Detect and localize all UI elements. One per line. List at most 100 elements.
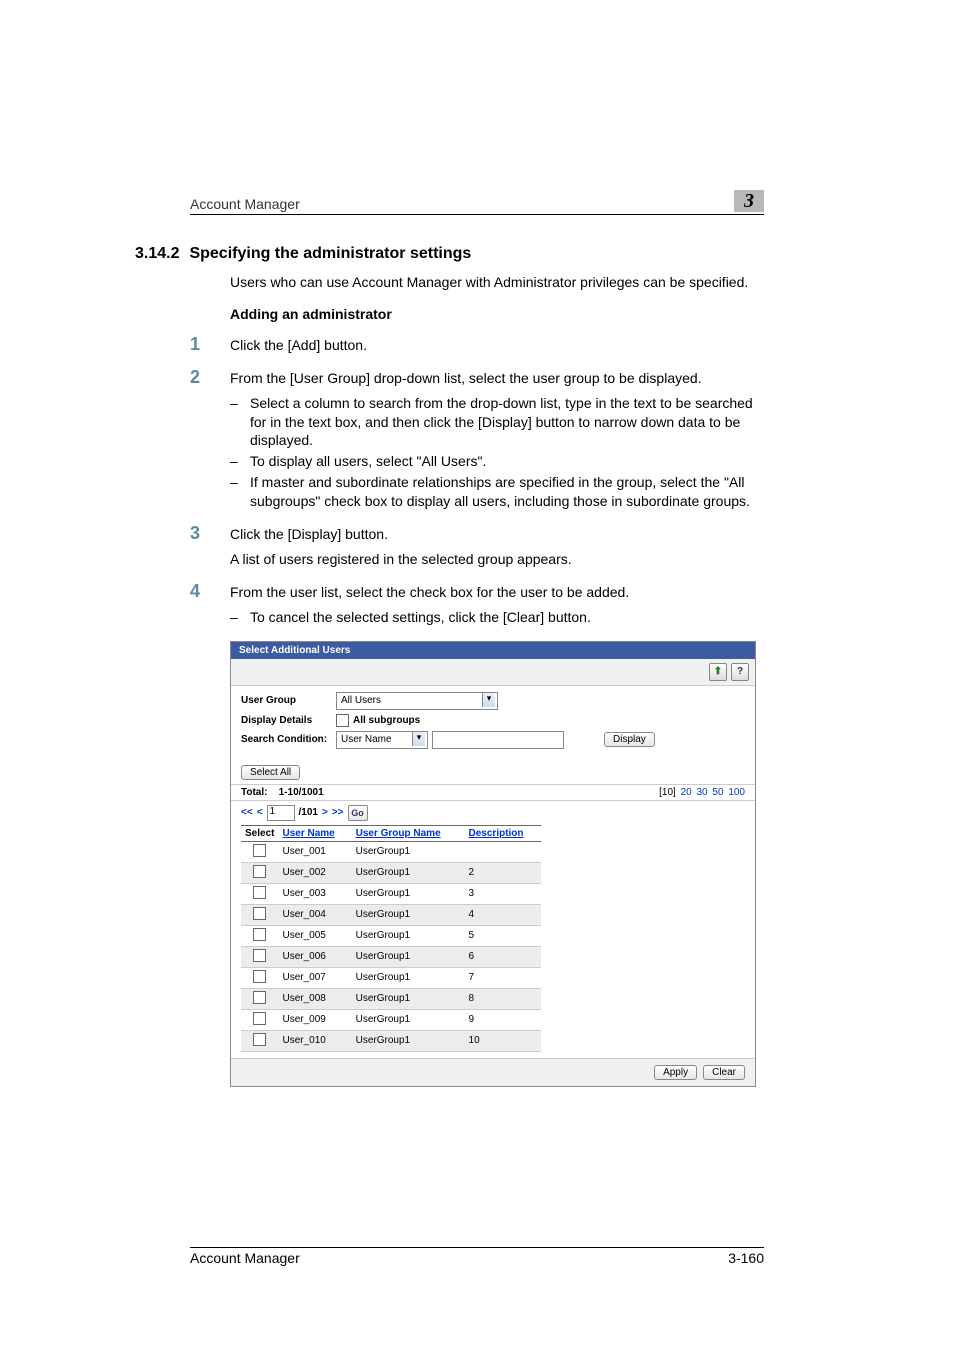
search-condition-label: Search Condition: [241, 734, 336, 745]
all-subgroups-checkbox[interactable] [336, 714, 349, 727]
table-row: User_005UserGroup15 [241, 925, 541, 946]
step-4: From the user list, select the check box… [190, 583, 764, 627]
row-checkbox[interactable] [253, 844, 266, 857]
panel-title: Select Additional Users [231, 642, 755, 659]
col-user-group-name[interactable]: User Group Name [352, 825, 465, 841]
select-all-button[interactable]: Select All [241, 765, 300, 780]
step-2-text: From the [User Group] drop-down list, se… [230, 370, 702, 386]
row-checkbox[interactable] [253, 1012, 266, 1025]
table-row: User_001UserGroup1 [241, 841, 541, 862]
pager-last[interactable]: >> [332, 807, 344, 818]
cell-user-group: UserGroup1 [352, 883, 465, 904]
row-checkbox[interactable] [253, 949, 266, 962]
cell-user-group: UserGroup1 [352, 946, 465, 967]
cell-user-name: User_009 [278, 1009, 351, 1030]
section-number: 3.14.2 [135, 245, 185, 263]
cell-user-group: UserGroup1 [352, 904, 465, 925]
pager-go-button[interactable]: Go [348, 805, 368, 821]
cell-user-name: User_004 [278, 904, 351, 925]
cell-description: 2 [465, 862, 541, 883]
search-field-select[interactable]: User Name [336, 731, 428, 749]
up-icon[interactable]: ⬆ [709, 663, 727, 681]
step-2-sub-2: To display all users, select "All Users"… [230, 452, 764, 471]
display-details-label: Display Details [241, 715, 336, 726]
table-row: User_006UserGroup16 [241, 946, 541, 967]
col-user-name[interactable]: User Name [278, 825, 351, 841]
step-3: Click the [Display] button. A list of us… [190, 525, 764, 569]
cell-description: 6 [465, 946, 541, 967]
apply-button[interactable]: Apply [654, 1065, 697, 1080]
cell-user-name: User_010 [278, 1030, 351, 1051]
total-value: 1-10/1001 [279, 787, 324, 798]
row-checkbox[interactable] [253, 886, 266, 899]
user-group-value: All Users [341, 695, 381, 706]
pager: << < 1 /101 > >> Go [231, 801, 755, 825]
cell-user-group: UserGroup1 [352, 862, 465, 883]
total-area: Total: 1-10/1001 [241, 787, 324, 798]
cell-user-name: User_002 [278, 862, 351, 883]
step-4-sub-1: To cancel the selected settings, click t… [230, 608, 764, 627]
pager-current-input[interactable]: 1 [267, 805, 295, 821]
page-footer: Account Manager 3-160 [190, 1247, 764, 1266]
cell-user-group: UserGroup1 [352, 988, 465, 1009]
step-1-text: Click the [Add] button. [230, 337, 367, 353]
page-size-10: [10] [659, 787, 676, 798]
step-2-sub-3: If master and subordinate relationships … [230, 473, 764, 511]
row-checkbox[interactable] [253, 1033, 266, 1046]
panel-footer: Apply Clear [231, 1058, 755, 1086]
user-group-label: User Group [241, 695, 336, 706]
section-heading: 3.14.2 Specifying the administrator sett… [135, 245, 764, 263]
row-checkbox[interactable] [253, 865, 266, 878]
section-intro: Users who can use Account Manager with A… [230, 273, 764, 292]
cell-user-name: User_003 [278, 883, 351, 904]
row-checkbox[interactable] [253, 970, 266, 983]
table-row: User_002UserGroup12 [241, 862, 541, 883]
cell-user-group: UserGroup1 [352, 925, 465, 946]
page-size-100[interactable]: 100 [728, 787, 745, 798]
col-description[interactable]: Description [465, 825, 541, 841]
col-select: Select [241, 825, 278, 841]
step-4-text: From the user list, select the check box… [230, 584, 629, 600]
search-field-value: User Name [341, 734, 392, 745]
row-checkbox[interactable] [253, 928, 266, 941]
cell-user-group: UserGroup1 [352, 967, 465, 988]
step-1: Click the [Add] button. [190, 336, 764, 355]
row-checkbox[interactable] [253, 991, 266, 1004]
cell-description: 8 [465, 988, 541, 1009]
footer-right: 3-160 [728, 1250, 764, 1266]
cell-user-name: User_006 [278, 946, 351, 967]
cell-description: 5 [465, 925, 541, 946]
help-icon[interactable]: ? [731, 663, 749, 681]
step-2: From the [User Group] drop-down list, se… [190, 369, 764, 511]
cell-description: 7 [465, 967, 541, 988]
page-size-links: [10] 20 30 50 100 [659, 787, 745, 798]
chapter-number: 3 [744, 190, 754, 213]
table-row: User_008UserGroup18 [241, 988, 541, 1009]
total-label: Total: [241, 787, 267, 798]
cell-user-group: UserGroup1 [352, 1009, 465, 1030]
page-size-30[interactable]: 30 [697, 787, 708, 798]
page-size-20[interactable]: 20 [681, 787, 692, 798]
pager-total: /101 [299, 807, 318, 818]
cell-user-name: User_008 [278, 988, 351, 1009]
cell-user-name: User_005 [278, 925, 351, 946]
pager-prev[interactable]: < [257, 807, 263, 818]
clear-button[interactable]: Clear [703, 1065, 745, 1080]
table-row: User_004UserGroup14 [241, 904, 541, 925]
search-input[interactable] [432, 731, 564, 749]
user-group-select[interactable]: All Users [336, 692, 498, 710]
cell-description: 3 [465, 883, 541, 904]
pager-first[interactable]: << [241, 807, 253, 818]
table-row: User_007UserGroup17 [241, 967, 541, 988]
page-header: Account Manager 3 [190, 190, 764, 215]
cell-user-group: UserGroup1 [352, 1030, 465, 1051]
row-checkbox[interactable] [253, 907, 266, 920]
display-button[interactable]: Display [604, 732, 655, 747]
page-size-50[interactable]: 50 [712, 787, 723, 798]
step-3-follow: A list of users registered in the select… [230, 550, 764, 569]
section-title: Specifying the administrator settings [189, 245, 471, 262]
footer-left: Account Manager [190, 1250, 300, 1266]
filter-area: User Group All Users Display Details All… [231, 686, 755, 761]
pager-next[interactable]: > [322, 807, 328, 818]
select-additional-users-panel: Select Additional Users ⬆ ? User Group A… [230, 641, 756, 1087]
